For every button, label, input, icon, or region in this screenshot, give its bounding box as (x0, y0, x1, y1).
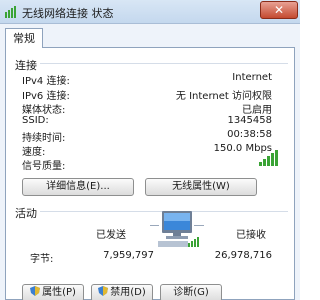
network-status-icon (5, 6, 16, 18)
window-title: 无线网络连接 状态 (22, 7, 114, 20)
activity-section-title: 活动 (15, 207, 37, 220)
ipv6-label: IPv6 连接: (22, 91, 70, 102)
disable-button[interactable]: 禁用(D) (91, 284, 153, 300)
media-state-label: 媒体状态: (22, 105, 66, 116)
network-activity-icon (150, 211, 204, 247)
signal-bar (267, 156, 270, 166)
tab-general[interactable]: 常规 (5, 28, 43, 48)
signal-quality-label: 信号质量: (22, 161, 66, 172)
received-label: 已接收 (236, 230, 266, 241)
ipv4-label: IPv4 连接: (22, 76, 70, 87)
bytes-received-value: 26,978,716 (214, 250, 272, 261)
signal-strength-icon (259, 150, 278, 166)
duration-label: 持续时间: (22, 133, 66, 144)
diagnose-button[interactable]: 诊断(G) (160, 284, 222, 300)
connection-divider (40, 63, 288, 64)
signal-bar (271, 153, 274, 166)
speed-label: 速度: (22, 147, 46, 158)
bytes-label: 字节: (30, 254, 54, 265)
ssid-value: 1345458 (227, 115, 272, 126)
title-bar: 无线网络连接 状态 ✕ (0, 0, 300, 24)
media-state-value: 已启用 (242, 105, 272, 116)
close-button[interactable]: ✕ (260, 1, 298, 19)
sent-label: 已发送 (96, 230, 126, 241)
ssid-label: SSID: (22, 115, 49, 126)
ipv6-value: 无 Internet 访问权限 (175, 91, 272, 102)
details-button[interactable]: 详细信息(E)... (22, 178, 134, 196)
properties-label: 属性(P) (42, 287, 76, 298)
signal-bar (275, 150, 278, 166)
ipv4-value: Internet (232, 72, 272, 83)
uac-shield-icon (98, 286, 109, 296)
properties-button[interactable]: 属性(P) (22, 284, 84, 300)
uac-shield-icon (30, 286, 41, 296)
signal-bar (259, 162, 262, 166)
wireless-properties-button[interactable]: 无线属性(W) (145, 178, 257, 196)
connection-section-title: 连接 (15, 59, 37, 72)
signal-bar (263, 159, 266, 166)
bytes-sent-value: 7,959,797 (103, 250, 154, 261)
duration-value: 00:38:58 (227, 129, 272, 140)
disable-label: 禁用(D) (110, 287, 146, 298)
